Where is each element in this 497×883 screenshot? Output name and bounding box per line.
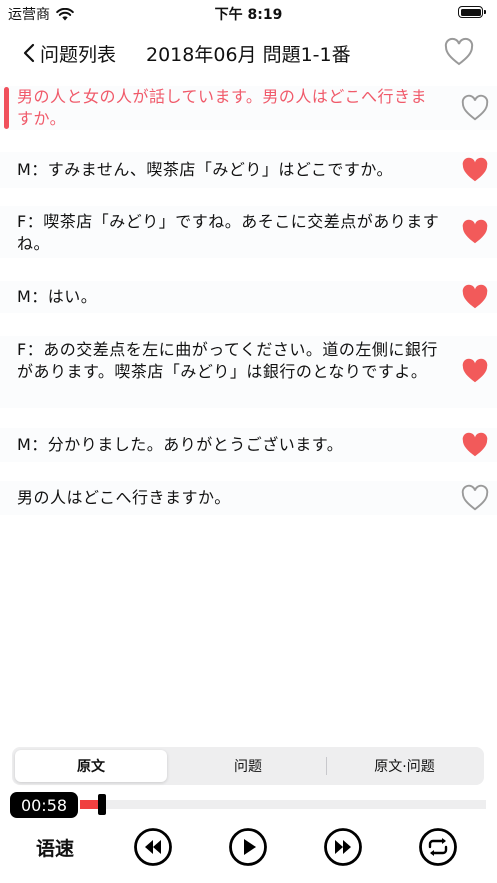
- heart-filled-icon[interactable]: [460, 283, 490, 311]
- dialogue-row[interactable]: F：あの交差点を左に曲がってください。道の左側に銀行があります。喫茶店「みどり」…: [0, 336, 497, 408]
- playback-progress-slider[interactable]: [80, 794, 486, 815]
- heart-filled-icon[interactable]: [460, 156, 490, 184]
- heart-outline-icon[interactable]: [460, 484, 490, 512]
- segment-original-and-question[interactable]: 原文·问题: [328, 750, 481, 782]
- heart-filled-icon[interactable]: [460, 357, 490, 385]
- segment-question[interactable]: 问题: [170, 750, 326, 782]
- status-time: 下午 8:19: [214, 7, 283, 23]
- dialogue-text: 男の人と女の人が話しています。男の人はどこへ行きますか。: [17, 87, 427, 128]
- view-mode-segmented-control: 原文 问题 原文·问题: [12, 747, 484, 785]
- chevron-left-icon: [23, 43, 35, 63]
- dialogue-row[interactable]: M：はい。: [0, 281, 497, 313]
- favorite-heart-icon[interactable]: [443, 36, 475, 68]
- page-title: 2018年06月 問題1-1番: [146, 43, 351, 66]
- dialogue-text: 男の人はどこへ行きますか。: [17, 488, 231, 507]
- back-label: 问题列表: [40, 43, 117, 66]
- heart-filled-icon[interactable]: [460, 218, 490, 246]
- play-icon[interactable]: [228, 827, 268, 867]
- segment-divider: [326, 757, 327, 775]
- battery-icon: [458, 6, 486, 18]
- dialogue-row[interactable]: 男の人と女の人が話しています。男の人はどこへ行きますか。: [0, 86, 497, 130]
- progress-fill: [80, 800, 98, 809]
- fast-forward-icon[interactable]: [323, 827, 363, 867]
- status-bar: 运营商 下午 8:19: [0, 0, 497, 26]
- dialogue-text: M：はい。: [17, 287, 98, 306]
- dialogue-row[interactable]: 男の人はどこへ行きますか。: [0, 481, 497, 515]
- active-indicator: [4, 87, 9, 129]
- navigation-bar: 问题列表 2018年06月 問題1-1番: [0, 30, 497, 76]
- segment-original-text[interactable]: 原文: [15, 750, 167, 782]
- dialogue-text: F：喫茶店「みどり」ですね。あそこに交差点がありますね。: [17, 212, 440, 253]
- dialogue-row[interactable]: F：喫茶店「みどり」ですね。あそこに交差点がありますね。: [0, 206, 497, 258]
- heart-filled-icon[interactable]: [460, 431, 490, 459]
- progress-knob[interactable]: [98, 794, 106, 815]
- dialogue-row[interactable]: M：すみません、喫茶店「みどり」はどこですか。: [0, 152, 497, 188]
- speed-button[interactable]: 语速: [36, 834, 74, 861]
- dialogue-row[interactable]: M：分かりました。ありがとうございます。: [0, 428, 497, 462]
- elapsed-time: 00:58: [10, 792, 78, 818]
- repeat-icon[interactable]: [418, 827, 458, 867]
- dialogue-text: M：分かりました。ありがとうございます。: [17, 435, 344, 454]
- dialogue-text: F：あの交差点を左に曲がってください。道の左側に銀行があります。喫茶店「みどり」…: [17, 340, 438, 381]
- back-button[interactable]: 问题列表: [22, 38, 116, 68]
- heart-outline-icon[interactable]: [460, 94, 490, 122]
- rewind-icon[interactable]: [133, 827, 173, 867]
- dialogue-text: M：すみません、喫茶店「みどり」はどこですか。: [17, 160, 394, 179]
